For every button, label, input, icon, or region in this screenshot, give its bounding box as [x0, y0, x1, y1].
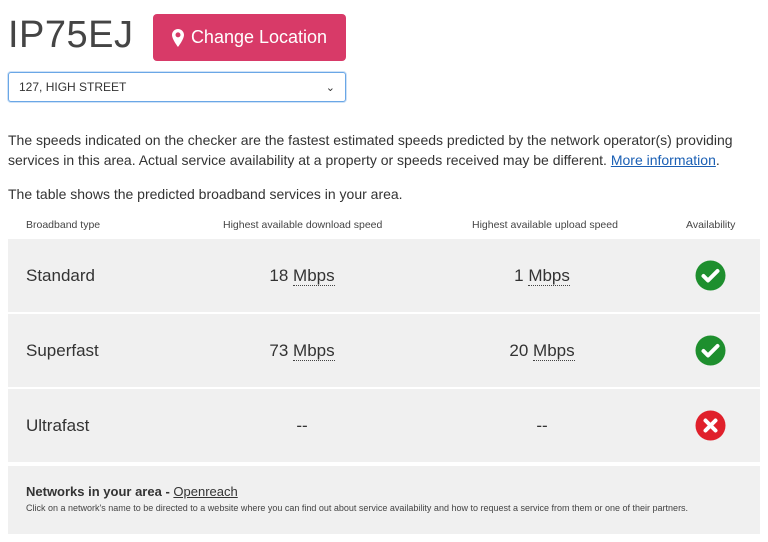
speed-unit: Mbps — [528, 266, 570, 286]
table-header: Broadband type Highest available downloa… — [8, 215, 760, 237]
header-download-speed: Highest available download speed — [223, 219, 383, 231]
check-circle-icon — [695, 335, 726, 366]
chevron-down-icon: ⌄ — [325, 81, 335, 94]
networks-heading: Networks in your area - Openreach — [26, 484, 238, 499]
openreach-link[interactable]: Openreach — [173, 484, 237, 499]
address-select-value: 127, HIGH STREET — [19, 80, 127, 94]
address-select[interactable]: 127, HIGH STREET ⌄ — [8, 72, 346, 102]
disclaimer-end: . — [715, 152, 720, 168]
postcode-title: IP75EJ — [8, 14, 134, 56]
header-broadband-type: Broadband type — [26, 219, 101, 231]
header-availability: Availability — [686, 219, 736, 231]
x-circle-icon — [695, 410, 726, 441]
speed-unit: Mbps — [293, 341, 335, 361]
networks-description: Click on a network's name to be directed… — [26, 503, 689, 513]
broadband-type: Ultrafast — [26, 416, 90, 435]
speed-disclaimer: The speeds indicated on the checker are … — [8, 130, 760, 170]
networks-panel: Networks in your area - Openreach Click … — [8, 466, 760, 534]
broadband-type: Standard — [26, 266, 95, 285]
download-speed: -- — [296, 416, 308, 435]
table-row: Standard 18 Mbps 1 Mbps — [8, 239, 760, 312]
upload-speed: 1 Mbps — [514, 266, 570, 286]
speed-unit: Mbps — [533, 341, 575, 361]
speed-unit: Mbps — [293, 266, 335, 286]
upload-speed: 20 Mbps — [509, 341, 575, 361]
more-information-link[interactable]: More information — [611, 152, 716, 168]
table-row: Ultrafast -- -- — [8, 389, 760, 462]
change-location-label: Change Location — [190, 27, 328, 47]
change-location-button[interactable]: Change Location — [153, 14, 346, 61]
table-intro: The table shows the predicted broadband … — [8, 186, 403, 202]
check-circle-icon — [695, 260, 726, 291]
map-marker-icon — [171, 28, 184, 47]
download-speed: 73 Mbps — [269, 341, 335, 361]
upload-speed: -- — [536, 416, 548, 435]
table-row: Superfast 73 Mbps 20 Mbps — [8, 314, 760, 387]
download-speed: 18 Mbps — [269, 266, 335, 286]
broadband-type: Superfast — [26, 341, 99, 360]
header-upload-speed: Highest available upload speed — [472, 219, 618, 231]
